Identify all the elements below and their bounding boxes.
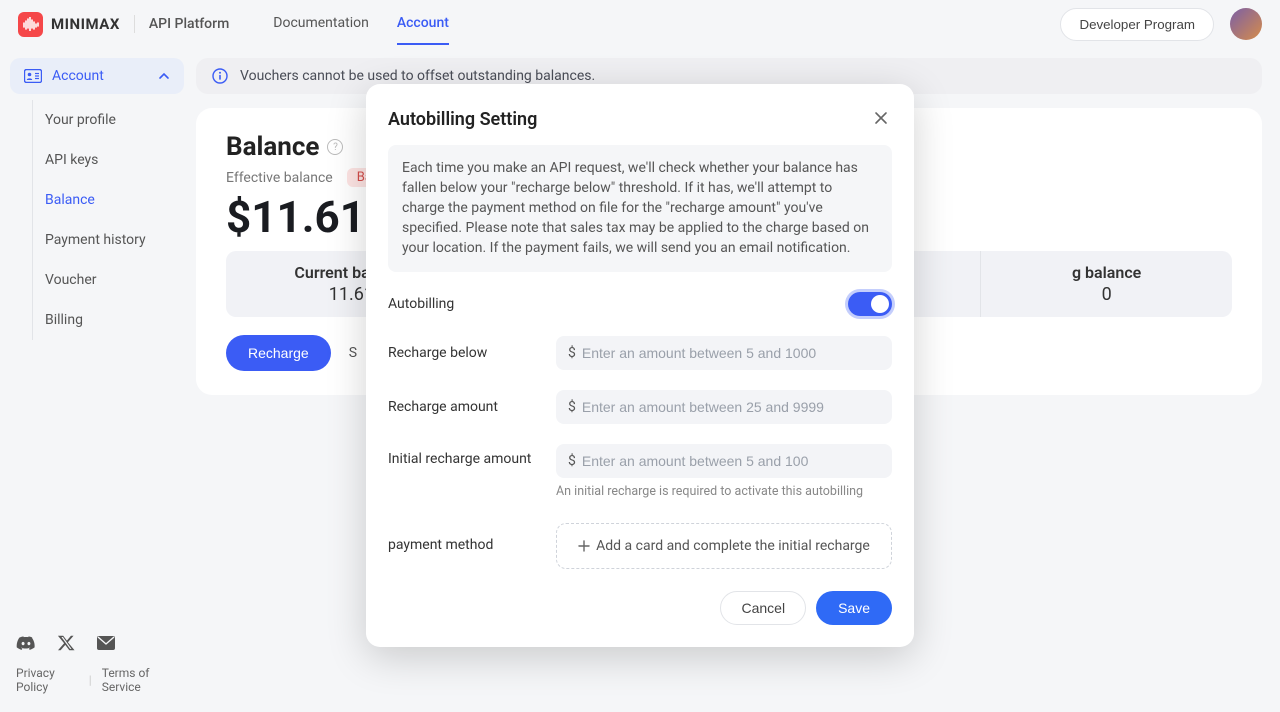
initial-recharge-label: Initial recharge amount	[388, 444, 556, 467]
toggle-knob	[871, 295, 889, 313]
currency-prefix: $	[568, 453, 576, 469]
recharge-below-row: Recharge below $	[388, 336, 892, 370]
currency-prefix: $	[568, 345, 576, 361]
currency-prefix: $	[568, 399, 576, 415]
autobilling-toggle[interactable]	[848, 292, 892, 316]
autobilling-toggle-row: Autobilling	[388, 292, 892, 316]
autobilling-modal: Autobilling Setting Each time you make a…	[366, 84, 914, 647]
cancel-button[interactable]: Cancel	[720, 591, 806, 625]
modal-title: Autobilling Setting	[388, 109, 537, 130]
recharge-below-input[interactable]	[582, 345, 880, 361]
recharge-amount-label: Recharge amount	[388, 399, 556, 415]
plus-icon	[578, 540, 590, 552]
initial-recharge-input-group: $	[556, 444, 892, 478]
add-card-button[interactable]: Add a card and complete the initial rech…	[556, 523, 892, 569]
payment-method-row: payment method Add a card and complete t…	[388, 523, 892, 569]
modal-description: Each time you make an API request, we'll…	[388, 145, 892, 272]
recharge-amount-row: Recharge amount $	[388, 390, 892, 424]
initial-recharge-input[interactable]	[582, 453, 880, 469]
payment-method-label: payment method	[388, 523, 556, 553]
recharge-amount-input[interactable]	[582, 399, 880, 415]
recharge-below-input-group: $	[556, 336, 892, 370]
modal-header: Autobilling Setting	[388, 106, 892, 133]
initial-recharge-row: Initial recharge amount $ An initial rec…	[388, 444, 892, 499]
save-button[interactable]: Save	[816, 591, 892, 625]
initial-recharge-helper: An initial recharge is required to activ…	[556, 484, 892, 499]
modal-backdrop: Autobilling Setting Each time you make a…	[0, 0, 1280, 712]
add-card-label: Add a card and complete the initial rech…	[596, 538, 870, 554]
modal-footer: Cancel Save	[388, 591, 892, 625]
recharge-amount-input-group: $	[556, 390, 892, 424]
close-icon[interactable]	[870, 106, 892, 133]
recharge-below-label: Recharge below	[388, 345, 556, 361]
autobilling-label: Autobilling	[388, 296, 556, 312]
